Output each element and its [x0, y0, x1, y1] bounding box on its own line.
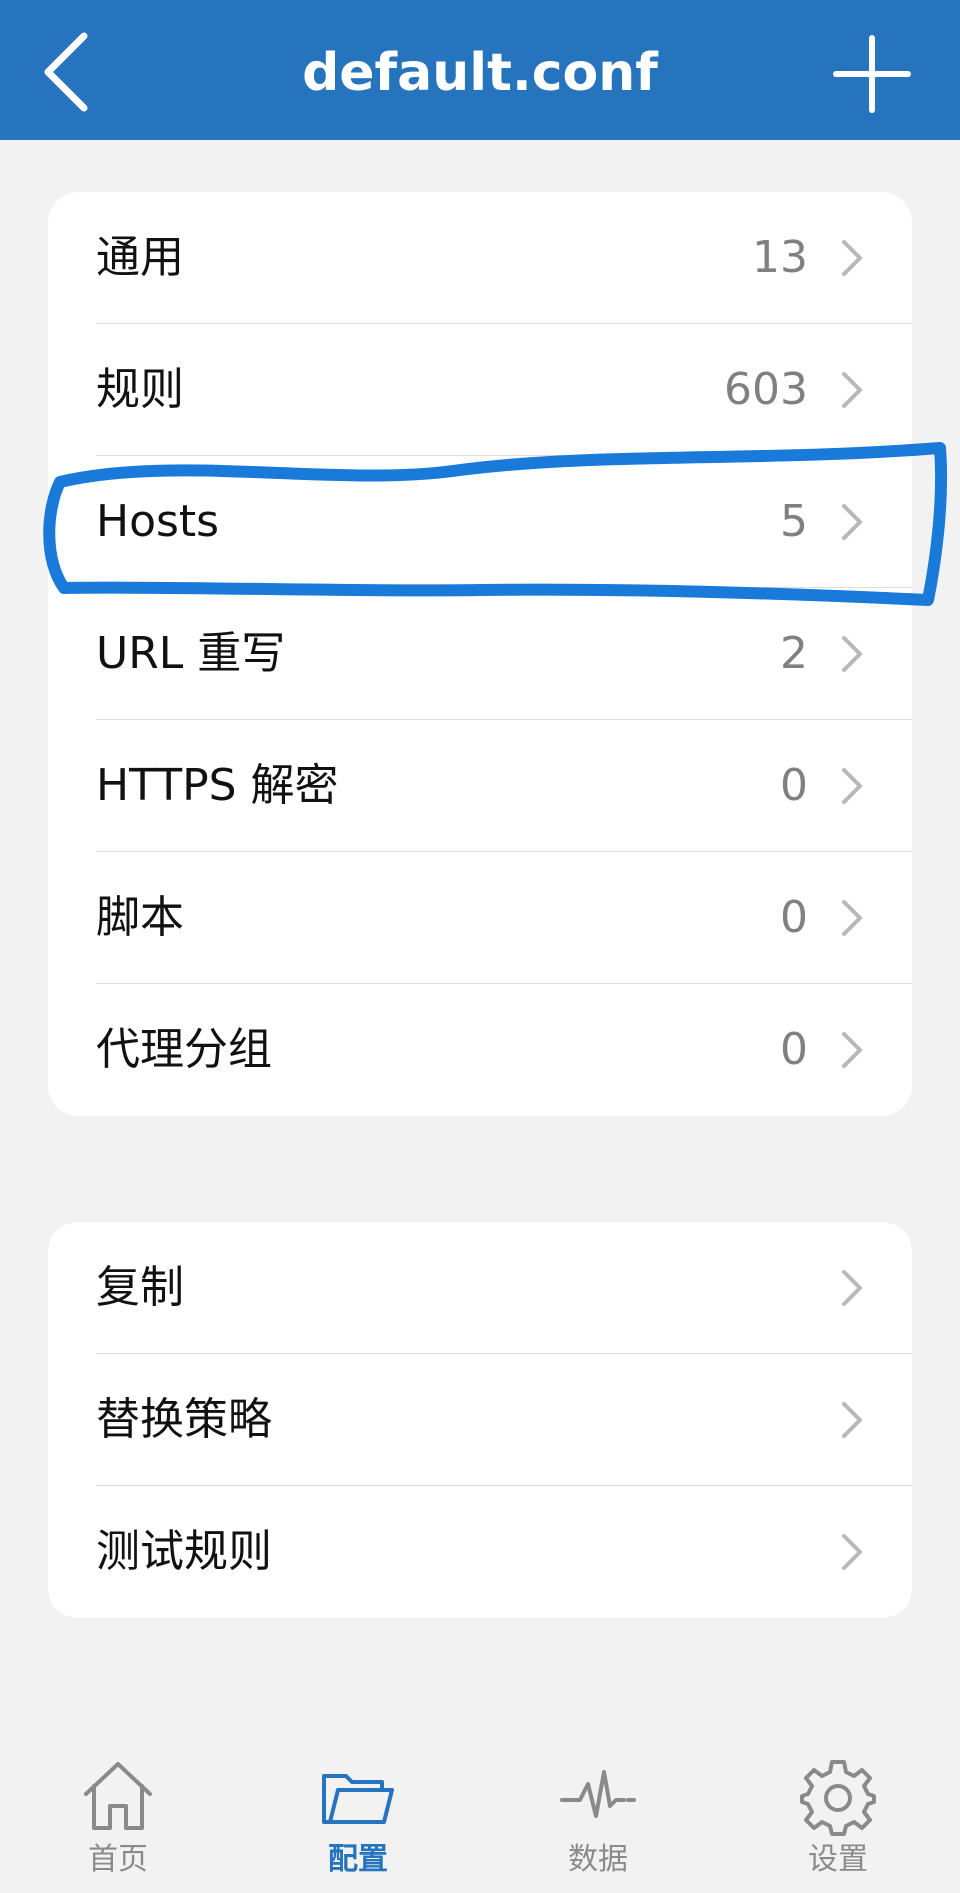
chevron-right-icon — [842, 1534, 862, 1570]
item-label: 规则 — [96, 364, 184, 415]
item-count: 0 — [780, 892, 808, 943]
chevron-right-icon — [842, 768, 862, 804]
item-count: 603 — [724, 364, 808, 415]
tab-settings[interactable]: 设置 — [758, 1740, 918, 1893]
chevron-right-icon — [842, 1032, 862, 1068]
plus-icon[interactable] — [832, 34, 912, 114]
list-item-proxy-groups[interactable]: 代理分组 0 — [48, 984, 912, 1116]
folder-icon — [322, 1774, 394, 1824]
chevron-right-icon — [842, 636, 862, 672]
tab-data[interactable]: 数据 — [518, 1740, 678, 1893]
item-label: 替换策略 — [96, 1394, 272, 1445]
tab-label: 设置 — [808, 1842, 868, 1877]
pulse-icon — [560, 1770, 636, 1818]
chevron-right-icon — [842, 372, 862, 408]
item-label: 脚本 — [96, 892, 184, 943]
tab-config[interactable]: 配置 — [278, 1740, 438, 1893]
hosts-highlight-annotation — [43, 442, 948, 606]
gear-icon — [800, 1760, 876, 1836]
item-label: 代理分组 — [96, 1024, 272, 1075]
item-count: 0 — [780, 760, 808, 811]
tab-label: 配置 — [328, 1842, 388, 1877]
list-item-scripts[interactable]: 脚本 0 — [48, 852, 912, 984]
tab-label: 首页 — [88, 1842, 148, 1877]
item-count: 13 — [752, 232, 808, 283]
tab-bar: 首页 配置 数据 设置 — [0, 1740, 960, 1893]
chevron-right-icon — [842, 1270, 862, 1306]
tab-home[interactable]: 首页 — [38, 1740, 198, 1893]
actions-section: 复制 替换策略 测试规则 — [48, 1222, 912, 1618]
list-item-rules[interactable]: 规则 603 — [48, 324, 912, 456]
item-label: HTTPS 解密 — [96, 760, 339, 811]
tab-label: 数据 — [568, 1842, 628, 1877]
item-count: 2 — [780, 628, 808, 679]
chevron-right-icon — [842, 1402, 862, 1438]
list-item-general[interactable]: 通用 13 — [48, 192, 912, 324]
chevron-right-icon — [842, 240, 862, 276]
item-label: 复制 — [96, 1262, 184, 1313]
list-item-test-rules[interactable]: 测试规则 — [48, 1486, 912, 1618]
page-title: default.conf — [302, 43, 658, 103]
list-item-duplicate[interactable]: 复制 — [48, 1222, 912, 1354]
list-item-replace-policy[interactable]: 替换策略 — [48, 1354, 912, 1486]
item-count: 0 — [780, 1024, 808, 1075]
item-label: 测试规则 — [96, 1526, 272, 1577]
nav-bar: default.conf — [0, 0, 960, 140]
home-icon — [84, 1762, 152, 1830]
config-section: 通用 13 规则 603 Hosts 5 URL 重写 2 HTTPS 解密 0… — [48, 192, 912, 1116]
item-label: URL 重写 — [96, 628, 286, 679]
item-label: 通用 — [96, 232, 184, 283]
list-item-https-decrypt[interactable]: HTTPS 解密 0 — [48, 720, 912, 852]
chevron-right-icon — [842, 900, 862, 936]
